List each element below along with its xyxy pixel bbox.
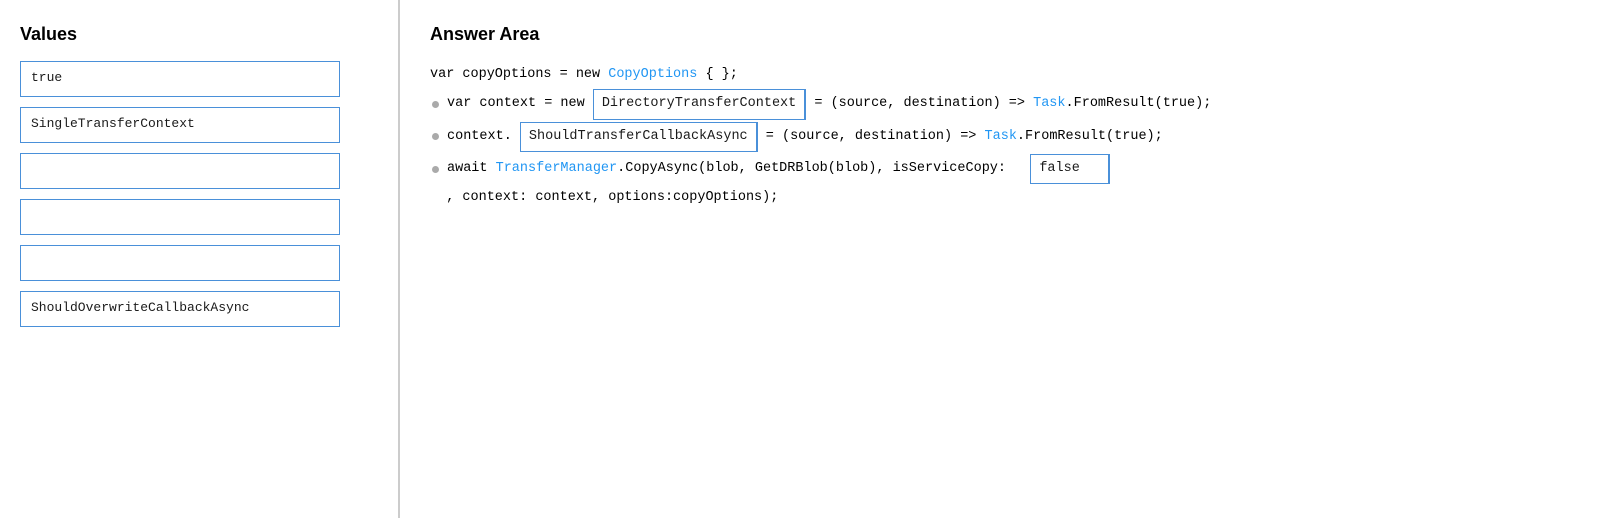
code-text: var copyOptions = new (430, 63, 608, 87)
task-type-2: Task (985, 125, 1017, 149)
code-text: context. (447, 125, 520, 149)
code-text: = (source, destination) => (806, 92, 1033, 116)
code-text: , context: context, options:copyOptions)… (430, 186, 778, 210)
transfer-manager-type: TransferManager (496, 157, 618, 181)
dot (432, 133, 439, 140)
code-line-2: var context = new DirectoryTransferConte… (430, 89, 1577, 119)
code-line-4: await TransferManager .CopyAsync(blob, G… (430, 154, 1577, 184)
code-text: .FromResult(true); (1066, 92, 1212, 116)
value-box-empty2[interactable] (20, 199, 340, 235)
code-text: = (source, destination) => (758, 125, 985, 149)
right-panel-title: Answer Area (430, 24, 1577, 45)
code-text: var context = new (447, 92, 593, 116)
dot (432, 101, 439, 108)
code-text: .FromResult(true); (1017, 125, 1163, 149)
inline-box-should-transfer[interactable]: ShouldTransferCallbackAsync (520, 122, 758, 152)
value-box-should-overwrite[interactable]: ShouldOverwriteCallbackAsync (20, 291, 340, 327)
dot (432, 166, 439, 173)
connector-dots-3 (430, 133, 439, 140)
value-box-empty1[interactable] (20, 153, 340, 189)
value-box-true[interactable]: true (20, 61, 340, 97)
code-text: .CopyAsync(blob, GetDRBlob(blob), isServ… (617, 157, 1030, 181)
code-text: { }; (697, 63, 738, 87)
code-line-3: context. ShouldTransferCallbackAsync = (… (430, 122, 1577, 152)
code-line-1: var copyOptions = new CopyOptions { }; (430, 63, 1577, 87)
left-panel-title: Values (20, 24, 378, 45)
connector-dots-2 (430, 101, 439, 108)
code-text: await (447, 157, 496, 181)
connector-dots-4 (430, 166, 439, 173)
value-box-empty3[interactable] (20, 245, 340, 281)
value-box-single-transfer[interactable]: SingleTransferContext (20, 107, 340, 143)
inline-box-false[interactable]: false (1030, 154, 1110, 184)
right-panel: Answer Area var copyOptions = new CopyOp… (400, 0, 1607, 518)
left-panel: Values true SingleTransferContext Should… (0, 0, 400, 518)
task-type: Task (1033, 92, 1065, 116)
code-area: var copyOptions = new CopyOptions { }; v… (430, 63, 1577, 210)
inline-box-directory-transfer[interactable]: DirectoryTransferContext (593, 89, 806, 119)
copy-options-type: CopyOptions (608, 63, 697, 87)
code-line-5: , context: context, options:copyOptions)… (430, 186, 1577, 210)
